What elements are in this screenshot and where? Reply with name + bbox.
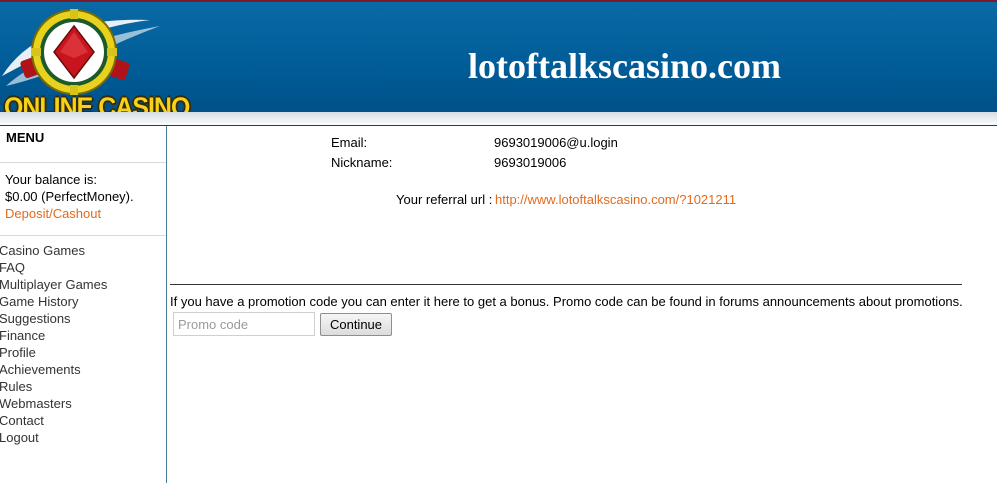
sidebar-item-achievements[interactable]: Achievements bbox=[0, 361, 107, 378]
sidebar-item-logout[interactable]: Logout bbox=[0, 429, 107, 446]
promo-code-input[interactable] bbox=[173, 312, 315, 336]
sidebar-nav: Casino Games FAQ Multiplayer Games Game … bbox=[0, 242, 107, 446]
referral-url-link[interactable]: http://www.lotoftalkscasino.com/?1021211 bbox=[495, 192, 736, 207]
section-divider bbox=[170, 284, 962, 285]
sidebar-item-profile[interactable]: Profile bbox=[0, 344, 107, 361]
balance-label: Your balance is: bbox=[5, 172, 98, 187]
sidebar-item-game-history[interactable]: Game History bbox=[0, 293, 107, 310]
promo-description: If you have a promotion code you can ent… bbox=[170, 294, 963, 309]
header-shadow-bar bbox=[0, 112, 997, 126]
sidebar-item-rules[interactable]: Rules bbox=[0, 378, 107, 395]
email-label: Email: bbox=[331, 135, 368, 150]
continue-button[interactable]: Continue bbox=[320, 313, 392, 336]
sidebar-item-finance[interactable]: Finance bbox=[0, 327, 107, 344]
deposit-cashout-link[interactable]: Deposit/Cashout bbox=[5, 206, 101, 221]
site-title: lotoftalkscasino.com bbox=[468, 46, 781, 86]
balance-value: $0.00 (PerfectMoney). bbox=[5, 189, 134, 204]
sidebar-item-multiplayer-games[interactable]: Multiplayer Games bbox=[0, 276, 107, 293]
sidebar-item-casino-games[interactable]: Casino Games bbox=[0, 242, 107, 259]
menu-title: MENU bbox=[6, 130, 45, 145]
nickname-value: 9693019006 bbox=[494, 155, 567, 170]
menu-divider bbox=[0, 162, 166, 163]
email-value: 9693019006@u.login bbox=[494, 135, 618, 150]
site-header: ONLINE CASINO lotoftalkscasino.com bbox=[0, 0, 997, 126]
sidebar-item-faq[interactable]: FAQ bbox=[0, 259, 107, 276]
referral-label: Your referral url : bbox=[396, 192, 493, 207]
main-content: Email: 9693019006@u.login Nickname: 9693… bbox=[167, 126, 997, 483]
sidebar: MENU Your balance is: $0.00 (PerfectMone… bbox=[0, 126, 167, 483]
online-casino-logo[interactable]: ONLINE CASINO bbox=[0, 6, 190, 124]
sidebar-item-webmasters[interactable]: Webmasters bbox=[0, 395, 107, 412]
nickname-label: Nickname: bbox=[331, 155, 393, 170]
sidebar-item-suggestions[interactable]: Suggestions bbox=[0, 310, 107, 327]
balance-block: Your balance is: $0.00 (PerfectMoney). D… bbox=[5, 171, 134, 222]
sidebar-item-contact[interactable]: Contact bbox=[0, 412, 107, 429]
balance-divider bbox=[0, 235, 166, 236]
